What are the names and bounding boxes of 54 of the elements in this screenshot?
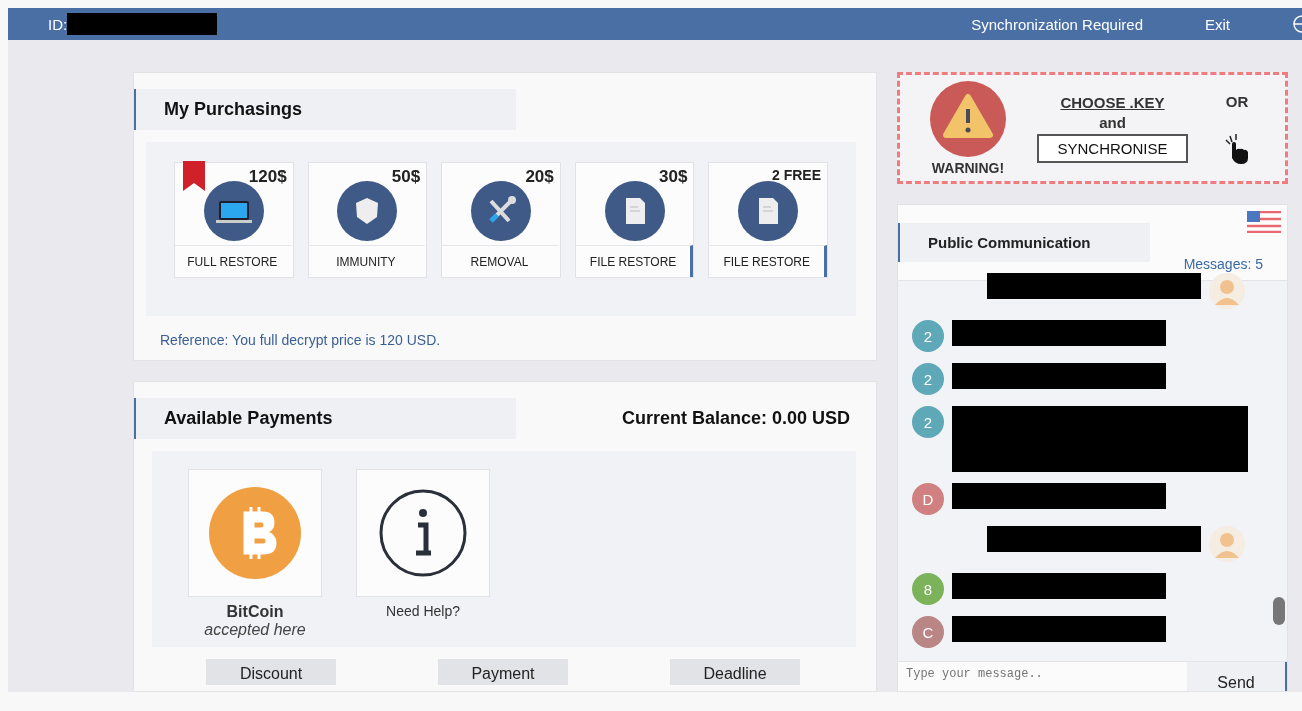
globe-icon[interactable] [1292,14,1302,34]
balance-text: Current Balance: 0.00 USD [621,408,850,429]
price: 30$ [659,167,688,187]
warning-icon [930,80,1006,157]
price: 120$ [248,167,287,187]
person-avatar-icon [1209,273,1245,309]
price: 20$ [525,167,554,187]
product-card[interactable]: 50$ IMMUNITY [307,162,428,278]
or-text: OR [1225,92,1249,110]
info-icon [378,488,468,578]
product-label: FILE RESTORE [575,245,694,277]
document-icon [738,181,799,241]
person-avatar-icon [1209,526,1245,562]
product-label: REMOVAL [442,245,560,277]
product-label: FULL RESTORE [175,245,293,277]
synchronise-button[interactable]: SYNCHRONISE [1037,133,1188,163]
tab-button[interactable]: Payment [438,659,568,685]
header-link[interactable]: Synchronization Required [971,15,1143,33]
tab-button[interactable]: Deadline [670,659,800,685]
tab-button[interactable]: Discount [206,659,336,685]
user-avatar: 2 [912,406,944,438]
warning-caption: WARNING! [931,159,1005,176]
product-card[interactable]: 2 FREE FILE RESTORE [708,162,828,278]
messages-count: Messages: 5 [1183,256,1263,272]
user-avatar: 2 [912,320,944,352]
method-title: BitCoin [226,603,284,621]
scrollbar-thumb[interactable] [1273,597,1285,625]
user-avatar: 8 [912,573,944,605]
price: 50$ [391,167,421,187]
bitcoin-icon [209,487,301,579]
message-input[interactable]: Type your message.. [898,662,1187,691]
product-label: FILE RESTORE [709,245,827,277]
reference-text: Reference: You full decrypt price is 120 USD. [159,331,442,350]
product-label: IMMUNITY [308,245,427,277]
user-avatar: C [912,616,944,648]
choose-key-link[interactable]: CHOOSE .KEY [1060,93,1165,111]
and-text: and [1099,113,1126,131]
price: 2 FREE [771,167,821,183]
header-link[interactable]: Exit [1205,15,1230,33]
payment-method-tile[interactable] [188,469,322,597]
section-title: Available Payments [134,398,516,439]
chat-title: Public Communication [898,223,1150,262]
payment-method-tile[interactable] [356,469,490,597]
user-avatar: 2 [912,363,944,395]
send-button[interactable]: Send [1187,662,1287,691]
user-avatar: D [912,483,944,515]
product-card[interactable]: 30$ FILE RESTORE [574,162,695,278]
product-card[interactable]: 120$ FULL RESTORE [174,162,294,278]
product-card[interactable]: 20$ REMOVAL [441,162,561,278]
method-subtitle: accepted here [204,621,306,639]
id-label: ID: [48,15,68,33]
flag-icon[interactable] [1247,211,1281,233]
method-title: Need Help? [386,603,460,619]
section-title: My Purchasings [134,89,516,130]
